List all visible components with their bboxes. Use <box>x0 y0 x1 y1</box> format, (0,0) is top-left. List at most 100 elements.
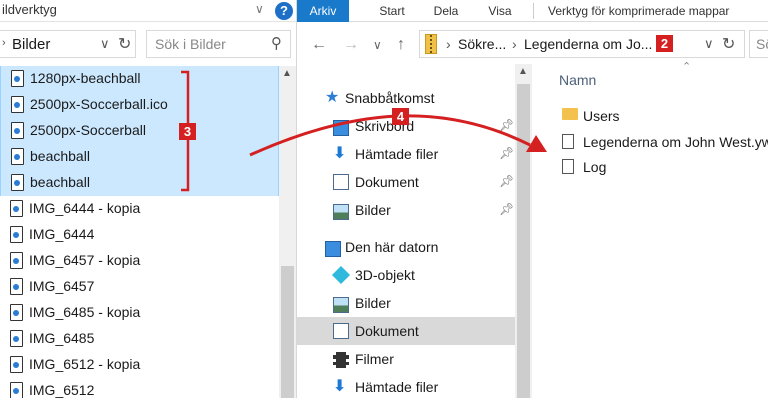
up-arrow-icon[interactable]: ↑ <box>397 36 405 54</box>
refresh-icon[interactable]: ↻ <box>118 34 131 54</box>
image-file-icon <box>11 174 24 191</box>
help-icon[interactable]: ? <box>275 2 293 20</box>
tab-visa[interactable]: Visa <box>477 0 523 22</box>
list-item[interactable]: IMG_6512 - kopia <box>0 352 279 378</box>
pin-icon[interactable]: 📌︎ <box>499 174 514 188</box>
breadcrumb-separator: › <box>446 36 451 52</box>
tab-arkiv[interactable]: Arkiv <box>297 0 349 22</box>
documents-icon <box>333 174 349 190</box>
list-item[interactable]: IMG_6485 <box>0 326 279 352</box>
image-file-icon <box>10 278 23 295</box>
recent-dropdown-icon[interactable]: ∨ <box>373 38 382 52</box>
search-placeholder: Sö <box>756 36 768 52</box>
image-file-icon <box>11 96 24 113</box>
download-icon: ⬇ <box>333 378 347 395</box>
tab-compressed-folder-tools[interactable]: Verktyg för komprimerade mappar <box>542 0 768 22</box>
nav-item-3d-objects[interactable]: 3D-objekt <box>297 261 515 289</box>
pin-icon[interactable]: 📌︎ <box>499 202 514 216</box>
pictures-icon <box>333 297 349 313</box>
list-item[interactable]: Users <box>559 104 768 128</box>
desktop-icon <box>333 120 349 136</box>
folder-content: ⌃ Namn Users Legenderna om John West.yw7… <box>537 61 768 398</box>
nav-item-downloads-pc[interactable]: ⬇ Hämtade filer <box>297 373 515 398</box>
search-icon: ⚲ <box>271 35 282 52</box>
download-icon: ⬇ <box>333 145 347 162</box>
sort-indicator-icon: ⌃ <box>682 61 692 73</box>
nav-item-documents[interactable]: Dokument 📌︎ <box>297 168 515 196</box>
nav-item-this-pc[interactable]: Den här datorn <box>297 233 515 261</box>
list-item[interactable]: 2500px-Soccerball <box>0 118 279 144</box>
list-item[interactable]: IMG_6457 <box>0 274 279 300</box>
pictures-icon <box>333 204 349 220</box>
scroll-up-icon[interactable]: ▲ <box>282 68 292 79</box>
address-dropdown-icon[interactable]: ∨ <box>704 36 714 52</box>
right-explorer-window: Arkiv Start Dela Visa Verktyg för kompri… <box>297 0 768 398</box>
list-item[interactable]: beachball <box>0 170 279 196</box>
list-item[interactable]: IMG_6512 <box>0 378 279 398</box>
list-item[interactable]: IMG_6444 <box>0 222 279 248</box>
image-file-icon <box>10 330 23 347</box>
ribbon-divider <box>533 3 534 19</box>
address-dropdown-icon[interactable]: ∨ <box>100 36 110 52</box>
list-item[interactable]: Log <box>559 155 768 179</box>
expand-ribbon-chevron-icon[interactable]: ∨ <box>255 2 264 16</box>
list-item[interactable]: IMG_6444 - kopia <box>0 196 279 222</box>
image-file-icon <box>11 70 24 87</box>
search-placeholder: Sök i Bilder <box>155 36 226 52</box>
navigation-pane: ★ Snabbåtkomst Skrivbord 📌︎ ⬇ Hämtade fi… <box>297 64 532 398</box>
forward-arrow-icon[interactable]: → <box>343 36 359 54</box>
breadcrumb-separator: › <box>512 36 517 52</box>
file-list: 1280px-beachball 2500px-Soccerball.ico 2… <box>0 66 279 398</box>
annotation-badge-2: 2 <box>656 35 673 52</box>
file-icon <box>562 134 574 149</box>
list-item[interactable]: 1280px-beachball <box>0 66 279 92</box>
right-address-bar[interactable]: › Sökre... › Legenderna om Jo... ∨ ↻ <box>419 30 745 58</box>
scrollbar-thumb[interactable] <box>281 266 294 398</box>
scrollbar-thumb[interactable] <box>517 84 530 398</box>
file-icon <box>562 159 574 174</box>
nav-item-pictures-pc[interactable]: Bilder <box>297 289 515 317</box>
list-item[interactable]: beachball <box>0 144 279 170</box>
address-text: Bilder <box>12 36 51 53</box>
left-explorer-window: ildverktyg ∨ ? › Bilder ∨ ↻ Sök i Bilder… <box>0 0 297 398</box>
image-file-icon <box>11 122 24 139</box>
image-file-icon <box>10 356 23 373</box>
tab-start[interactable]: Start <box>369 0 415 22</box>
star-icon: ★ <box>325 89 340 106</box>
image-file-icon <box>10 382 23 398</box>
column-header-name[interactable]: Namn <box>559 72 596 88</box>
tab-dela[interactable]: Dela <box>423 0 469 22</box>
scroll-up-icon[interactable]: ▲ <box>518 66 528 77</box>
image-file-icon <box>10 304 23 321</box>
nav-pane-scrollbar[interactable]: ▲ <box>515 64 532 398</box>
left-address-bar[interactable]: › Bilder ∨ ↻ <box>0 30 136 58</box>
cube-icon <box>331 265 351 285</box>
annotation-badge-3: 3 <box>179 123 196 140</box>
image-file-icon <box>10 226 23 243</box>
left-search-box[interactable]: Sök i Bilder ⚲ <box>146 30 291 58</box>
list-item[interactable]: IMG_6485 - kopia <box>0 300 279 326</box>
breadcrumb-segment[interactable]: Sökre... <box>458 36 506 52</box>
right-ribbon: Arkiv Start Dela Visa Verktyg för kompri… <box>297 0 768 22</box>
right-search-box[interactable]: Sö <box>749 30 768 58</box>
folder-icon <box>562 108 578 120</box>
back-arrow-icon[interactable]: ← <box>311 36 327 54</box>
file-list-scrollbar[interactable]: ▲ <box>279 66 296 398</box>
refresh-icon[interactable]: ↻ <box>722 34 735 54</box>
computer-icon <box>325 241 341 257</box>
pin-icon[interactable]: 📌︎ <box>499 146 514 160</box>
ribbon-tab-bildverktyg[interactable]: ildverktyg <box>2 2 57 17</box>
nav-item-pictures[interactable]: Bilder 📌︎ <box>297 196 515 224</box>
film-icon <box>333 352 349 368</box>
nav-item-downloads[interactable]: ⬇ Hämtade filer 📌︎ <box>297 140 515 168</box>
breadcrumb-arrow-icon[interactable]: › <box>2 37 6 49</box>
documents-icon <box>333 323 349 339</box>
list-item[interactable]: Legenderna om John West.yw7 <box>559 130 768 154</box>
list-item[interactable]: IMG_6457 - kopia <box>0 248 279 274</box>
nav-item-documents-pc[interactable]: Dokument <box>297 317 515 345</box>
breadcrumb-segment[interactable]: Legenderna om Jo... <box>524 36 652 52</box>
image-file-icon <box>10 252 23 269</box>
nav-item-videos[interactable]: Filmer <box>297 345 515 373</box>
pin-icon[interactable]: 📌︎ <box>499 118 514 132</box>
list-item[interactable]: 2500px-Soccerball.ico <box>0 92 279 118</box>
